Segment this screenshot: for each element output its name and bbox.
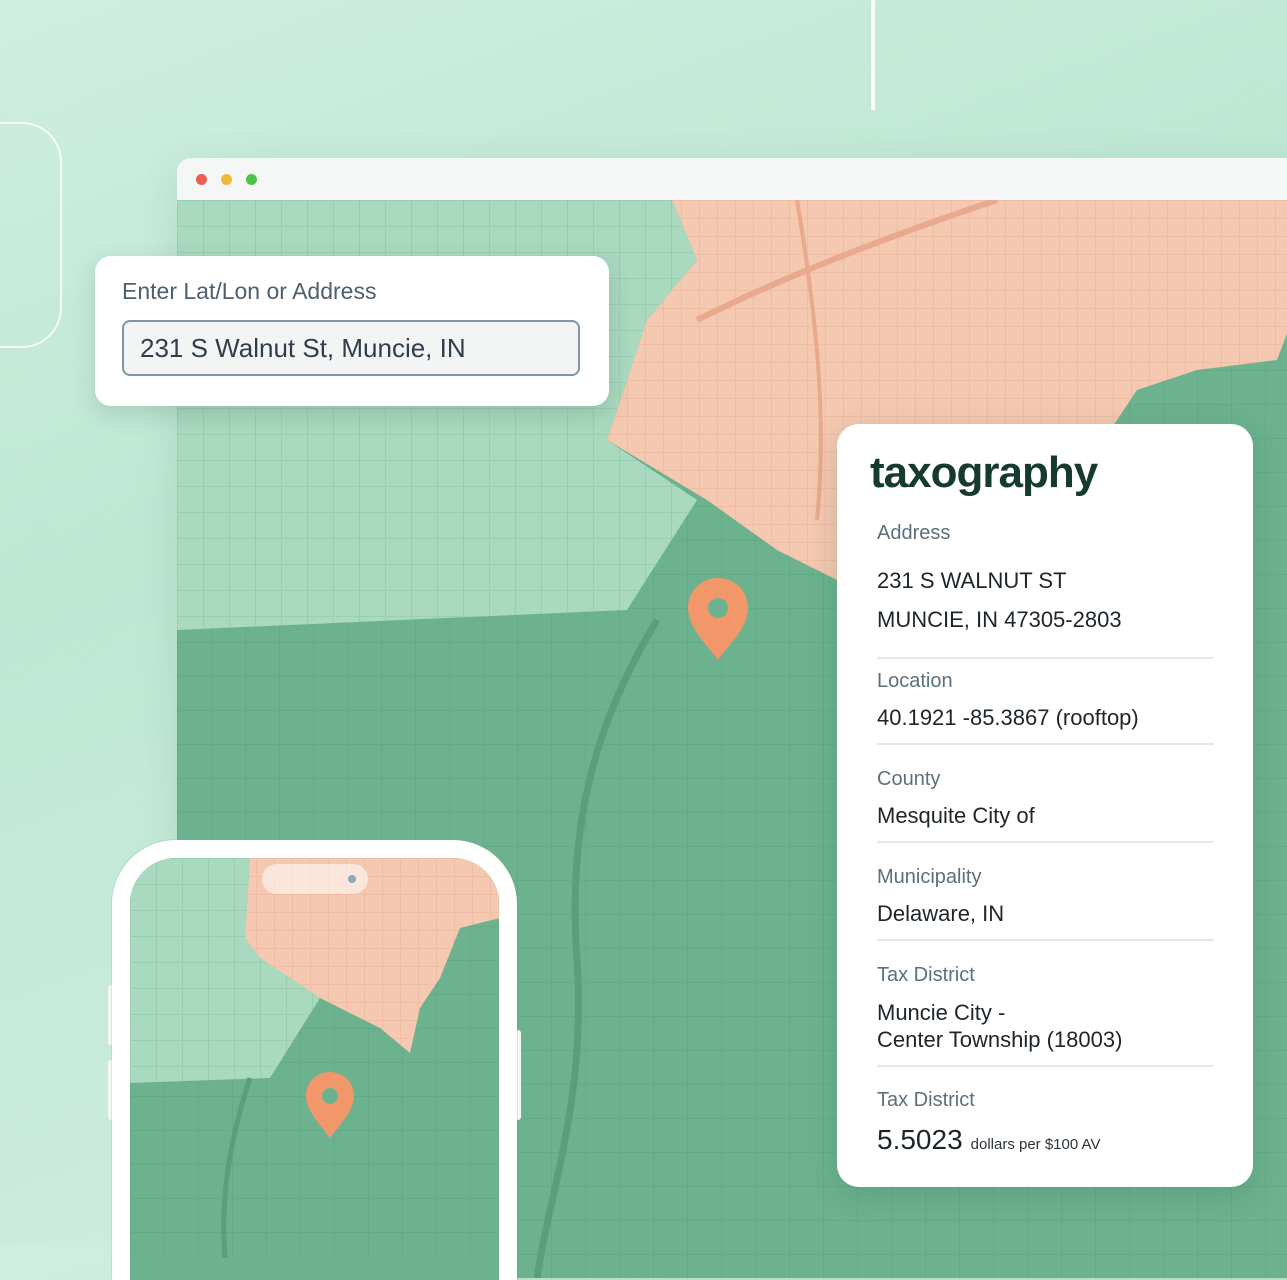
address-field: Address 231 S WALNUT ST MUNCIE, IN 47305… <box>877 522 1214 659</box>
phone-map-view[interactable] <box>130 858 500 1258</box>
county-field: County Mesquite City of <box>877 768 1214 843</box>
municipality-value: Delaware, IN <box>877 901 1005 926</box>
tax-district-line1: Muncie City - <box>877 1000 1006 1025</box>
municipality-field: Municipality Delaware, IN <box>877 866 1214 941</box>
divider <box>877 841 1214 843</box>
minimize-window-dot[interactable] <box>221 174 232 185</box>
tax-rate-row: 5.5023 dollars per $100 AV <box>877 1124 1214 1156</box>
divider <box>877 743 1214 745</box>
tax-rate-unit: dollars per $100 AV <box>970 1136 1101 1153</box>
browser-titlebar <box>177 158 1287 200</box>
search-label: Enter Lat/Lon or Address <box>122 278 377 304</box>
search-card: Enter Lat/Lon or Address 231 S Walnut St… <box>95 256 609 406</box>
decorative-curve <box>0 122 62 348</box>
tax-rate-value: 5.5023 <box>877 1124 963 1155</box>
search-input[interactable]: 231 S Walnut St, Muncie, IN <box>122 320 580 376</box>
address-value: 231 S WALNUT ST MUNCIE, IN 47305-2803 <box>877 561 1214 639</box>
municipality-label: Municipality <box>877 866 982 888</box>
location-field: Location 40.1921 -85.3867 (rooftop) <box>877 670 1214 745</box>
camera-icon <box>348 875 356 883</box>
close-window-dot[interactable] <box>196 174 207 185</box>
tax-rate-field: Tax District 5.5023 dollars per $100 AV <box>877 1089 1214 1156</box>
address-line2: MUNCIE, IN 47305-2803 <box>877 607 1122 632</box>
decorative-line <box>871 0 875 110</box>
maximize-window-dot[interactable] <box>246 174 257 185</box>
divider <box>877 657 1214 659</box>
tax-district-label: Tax District <box>877 964 975 986</box>
tax-info-card: taxography Address 231 S WALNUT ST MUNCI… <box>837 424 1253 1187</box>
address-line1: 231 S WALNUT ST <box>877 568 1067 593</box>
brand-logo: taxography <box>870 448 1098 497</box>
address-label: Address <box>877 522 951 544</box>
county-value: Mesquite City of <box>877 803 1035 828</box>
tax-rate-label: Tax District <box>877 1089 975 1111</box>
divider <box>877 1065 1214 1067</box>
location-value: 40.1921 -85.3867 (rooftop) <box>877 705 1139 730</box>
tax-district-field: Tax District Muncie City - Center Townsh… <box>877 964 1214 1067</box>
phone-mockup <box>112 840 517 1280</box>
divider <box>877 939 1214 941</box>
location-label: Location <box>877 670 953 692</box>
tax-district-value: Muncie City - Center Township (18003) <box>877 999 1214 1053</box>
county-label: County <box>877 768 941 790</box>
tax-district-line2: Center Township (18003) <box>877 1027 1123 1052</box>
phone-dynamic-island <box>262 864 368 894</box>
